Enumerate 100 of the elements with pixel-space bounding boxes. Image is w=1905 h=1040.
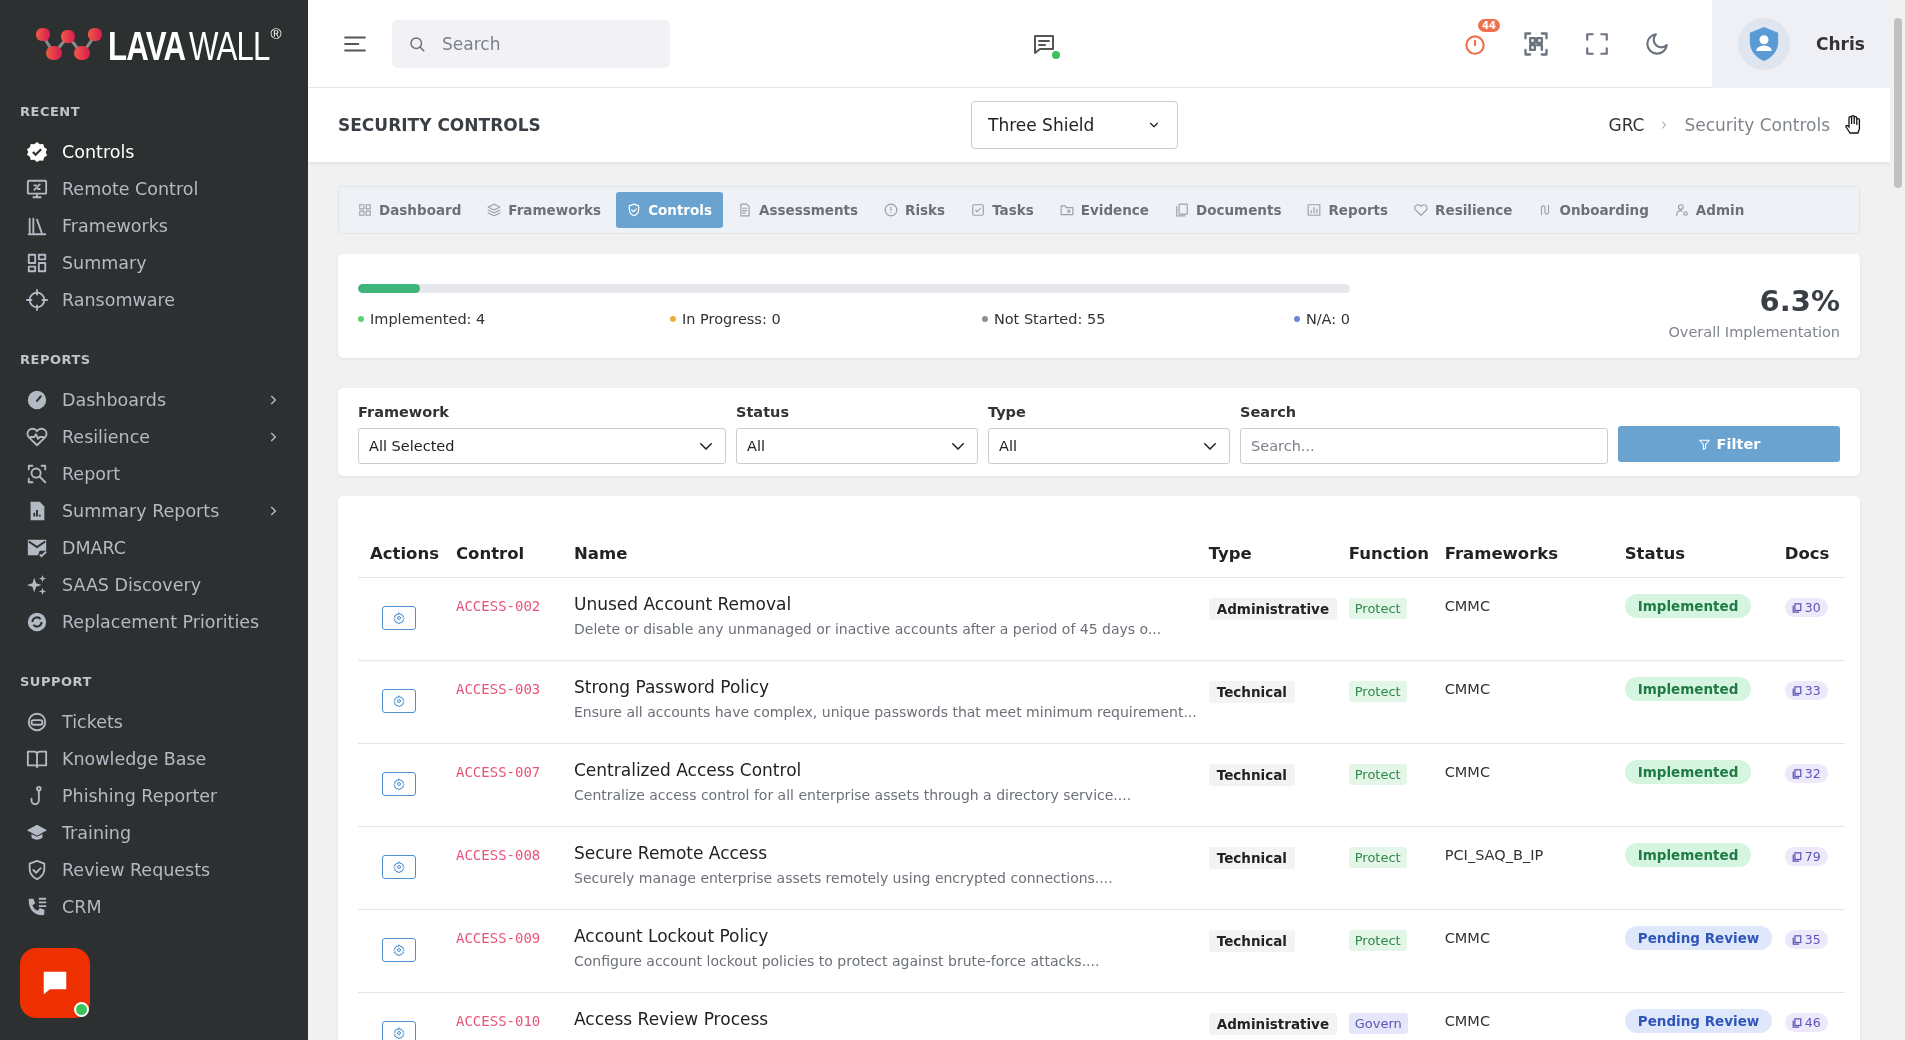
settings-button[interactable] [382, 606, 416, 630]
sidebar-item[interactable]: Tickets [0, 703, 308, 740]
user-gear-icon [1674, 203, 1689, 217]
chat-widget-button[interactable] [20, 948, 90, 1018]
sidebar-item[interactable]: Ransomware [0, 281, 308, 318]
search-field[interactable]: Search [392, 19, 670, 68]
sidebar-item[interactable]: Controls [0, 133, 308, 170]
tab[interactable]: Reports [1296, 192, 1400, 228]
sidebar-item[interactable]: CRM [0, 888, 308, 925]
files-icon [1791, 768, 1802, 779]
user-menu[interactable]: Chris [1712, 0, 1890, 88]
implementation-caption: Overall Implementation [1668, 324, 1840, 340]
sidebar-item[interactable]: Dashboards [0, 381, 308, 418]
organization-dropdown[interactable]: Three Shield [971, 101, 1178, 149]
control-name[interactable]: Strong Password Policy [574, 677, 770, 697]
sidebar-item[interactable]: Summary Reports [0, 492, 308, 529]
registered-mark: ® [270, 26, 281, 41]
breadcrumb-item[interactable]: GRC [1608, 115, 1645, 135]
function-tag: Protect [1348, 764, 1407, 785]
settings-button[interactable] [382, 689, 416, 713]
select-field[interactable]: All [988, 428, 1230, 464]
sidebar-item[interactable]: Report [0, 455, 308, 492]
sidebar-item[interactable]: Knowledge Base [0, 740, 308, 777]
docs-count[interactable]: 46 [1784, 1013, 1828, 1032]
control-id[interactable]: ACCESS-007 [456, 764, 541, 780]
sidebar-item[interactable]: Review Requests [0, 851, 308, 888]
docs-count[interactable]: 35 [1784, 930, 1828, 949]
field-label: Search [1240, 404, 1298, 420]
hand-cursor-icon [1844, 115, 1862, 135]
sidebar-item[interactable]: SAAS Discovery [0, 566, 308, 603]
select-field[interactable]: All [736, 428, 978, 464]
type-tag: Technical [1208, 930, 1295, 952]
tab[interactable]: Frameworks [476, 192, 613, 228]
sidebar-item[interactable]: Summary [0, 244, 308, 281]
document-icon [737, 203, 752, 217]
framework-name: CMMC [1444, 764, 1490, 780]
sidebar-item[interactable]: Phishing Reporter [0, 777, 308, 814]
shield-check-icon [26, 858, 48, 881]
docs-count[interactable]: 32 [1784, 764, 1828, 783]
search-field[interactable]: Search... [1240, 428, 1608, 464]
field-label: Framework [358, 404, 450, 420]
control-name[interactable]: Account Lockout Policy [574, 926, 769, 946]
control-id[interactable]: ACCESS-008 [456, 847, 541, 863]
control-name[interactable]: Access Review Process [574, 1009, 769, 1029]
sidebar-item[interactable]: Frameworks [0, 207, 308, 244]
tab[interactable]: Assessments [726, 192, 870, 228]
framework-name: CMMC [1444, 681, 1490, 697]
sidebar-item[interactable]: DMARC [0, 529, 308, 566]
field-label: Status [736, 404, 791, 420]
files-icon [1791, 851, 1802, 862]
gear-icon [393, 778, 405, 790]
select-field[interactable]: All Selected [358, 428, 726, 464]
gear-icon [393, 612, 405, 624]
sidebar-item[interactable]: Training [0, 814, 308, 851]
docs-count[interactable]: 33 [1784, 681, 1828, 700]
column-header: Actions [358, 514, 444, 578]
control-name[interactable]: Secure Remote Access [574, 843, 768, 863]
dark-mode-button[interactable] [1644, 30, 1670, 57]
qr-code-button[interactable] [1522, 29, 1550, 58]
status-tag: Pending Review [1624, 1009, 1773, 1033]
docs-count[interactable]: 30 [1784, 598, 1828, 617]
settings-button[interactable] [382, 772, 416, 796]
settings-button[interactable] [382, 938, 416, 962]
settings-button[interactable] [382, 1021, 416, 1040]
gear-icon [393, 695, 405, 707]
column-header: Function [1336, 514, 1433, 578]
control-name[interactable]: Centralized Access Control [574, 760, 802, 780]
control-description: Delete or disable any unmanaged or inactive accounts after a period of 45 days o... [574, 621, 1162, 637]
tab[interactable]: Tasks [960, 192, 1045, 228]
settings-button[interactable] [382, 855, 416, 879]
tab[interactable]: Admin [1663, 192, 1756, 228]
tab[interactable]: Documents [1164, 192, 1293, 228]
heart-pulse-icon [1414, 203, 1429, 217]
fullscreen-button[interactable] [1584, 30, 1610, 57]
control-name[interactable]: Unused Account Removal [574, 594, 792, 614]
legend-label: N/A: 0 [1305, 311, 1350, 327]
control-id[interactable]: ACCESS-010 [456, 1013, 541, 1029]
legend-label: Implemented: 4 [370, 311, 486, 327]
control-id[interactable]: ACCESS-003 [456, 681, 541, 697]
sidebar-item[interactable]: Replacement Priorities [0, 603, 308, 640]
sidebar-item[interactable]: Resilience [0, 418, 308, 455]
control-id[interactable]: ACCESS-009 [456, 930, 541, 946]
function-tag: Protect [1348, 930, 1407, 951]
section-heading: RECENT [19, 103, 82, 121]
tab[interactable]: Evidence [1048, 192, 1160, 228]
column-header: Status [1612, 514, 1773, 578]
tab[interactable]: Dashboard [347, 192, 473, 228]
control-id[interactable]: ACCESS-002 [456, 598, 541, 614]
tab[interactable]: Risks [873, 192, 957, 228]
notification-count: 44 [1478, 18, 1500, 32]
control-description: Securely manage enterprise assets remotely using encrypted connections.... [574, 870, 1113, 886]
funnel-icon [1697, 437, 1711, 451]
check-badge-icon [26, 140, 48, 163]
sidebar-item[interactable]: Remote Control [0, 170, 308, 207]
tab[interactable]: Resilience [1403, 192, 1524, 228]
docs-count[interactable]: 79 [1784, 847, 1828, 866]
files-icon [1791, 934, 1802, 945]
tab[interactable]: Onboarding [1527, 192, 1660, 228]
column-header: Type [1196, 514, 1337, 578]
alert-circle-icon [884, 203, 899, 217]
